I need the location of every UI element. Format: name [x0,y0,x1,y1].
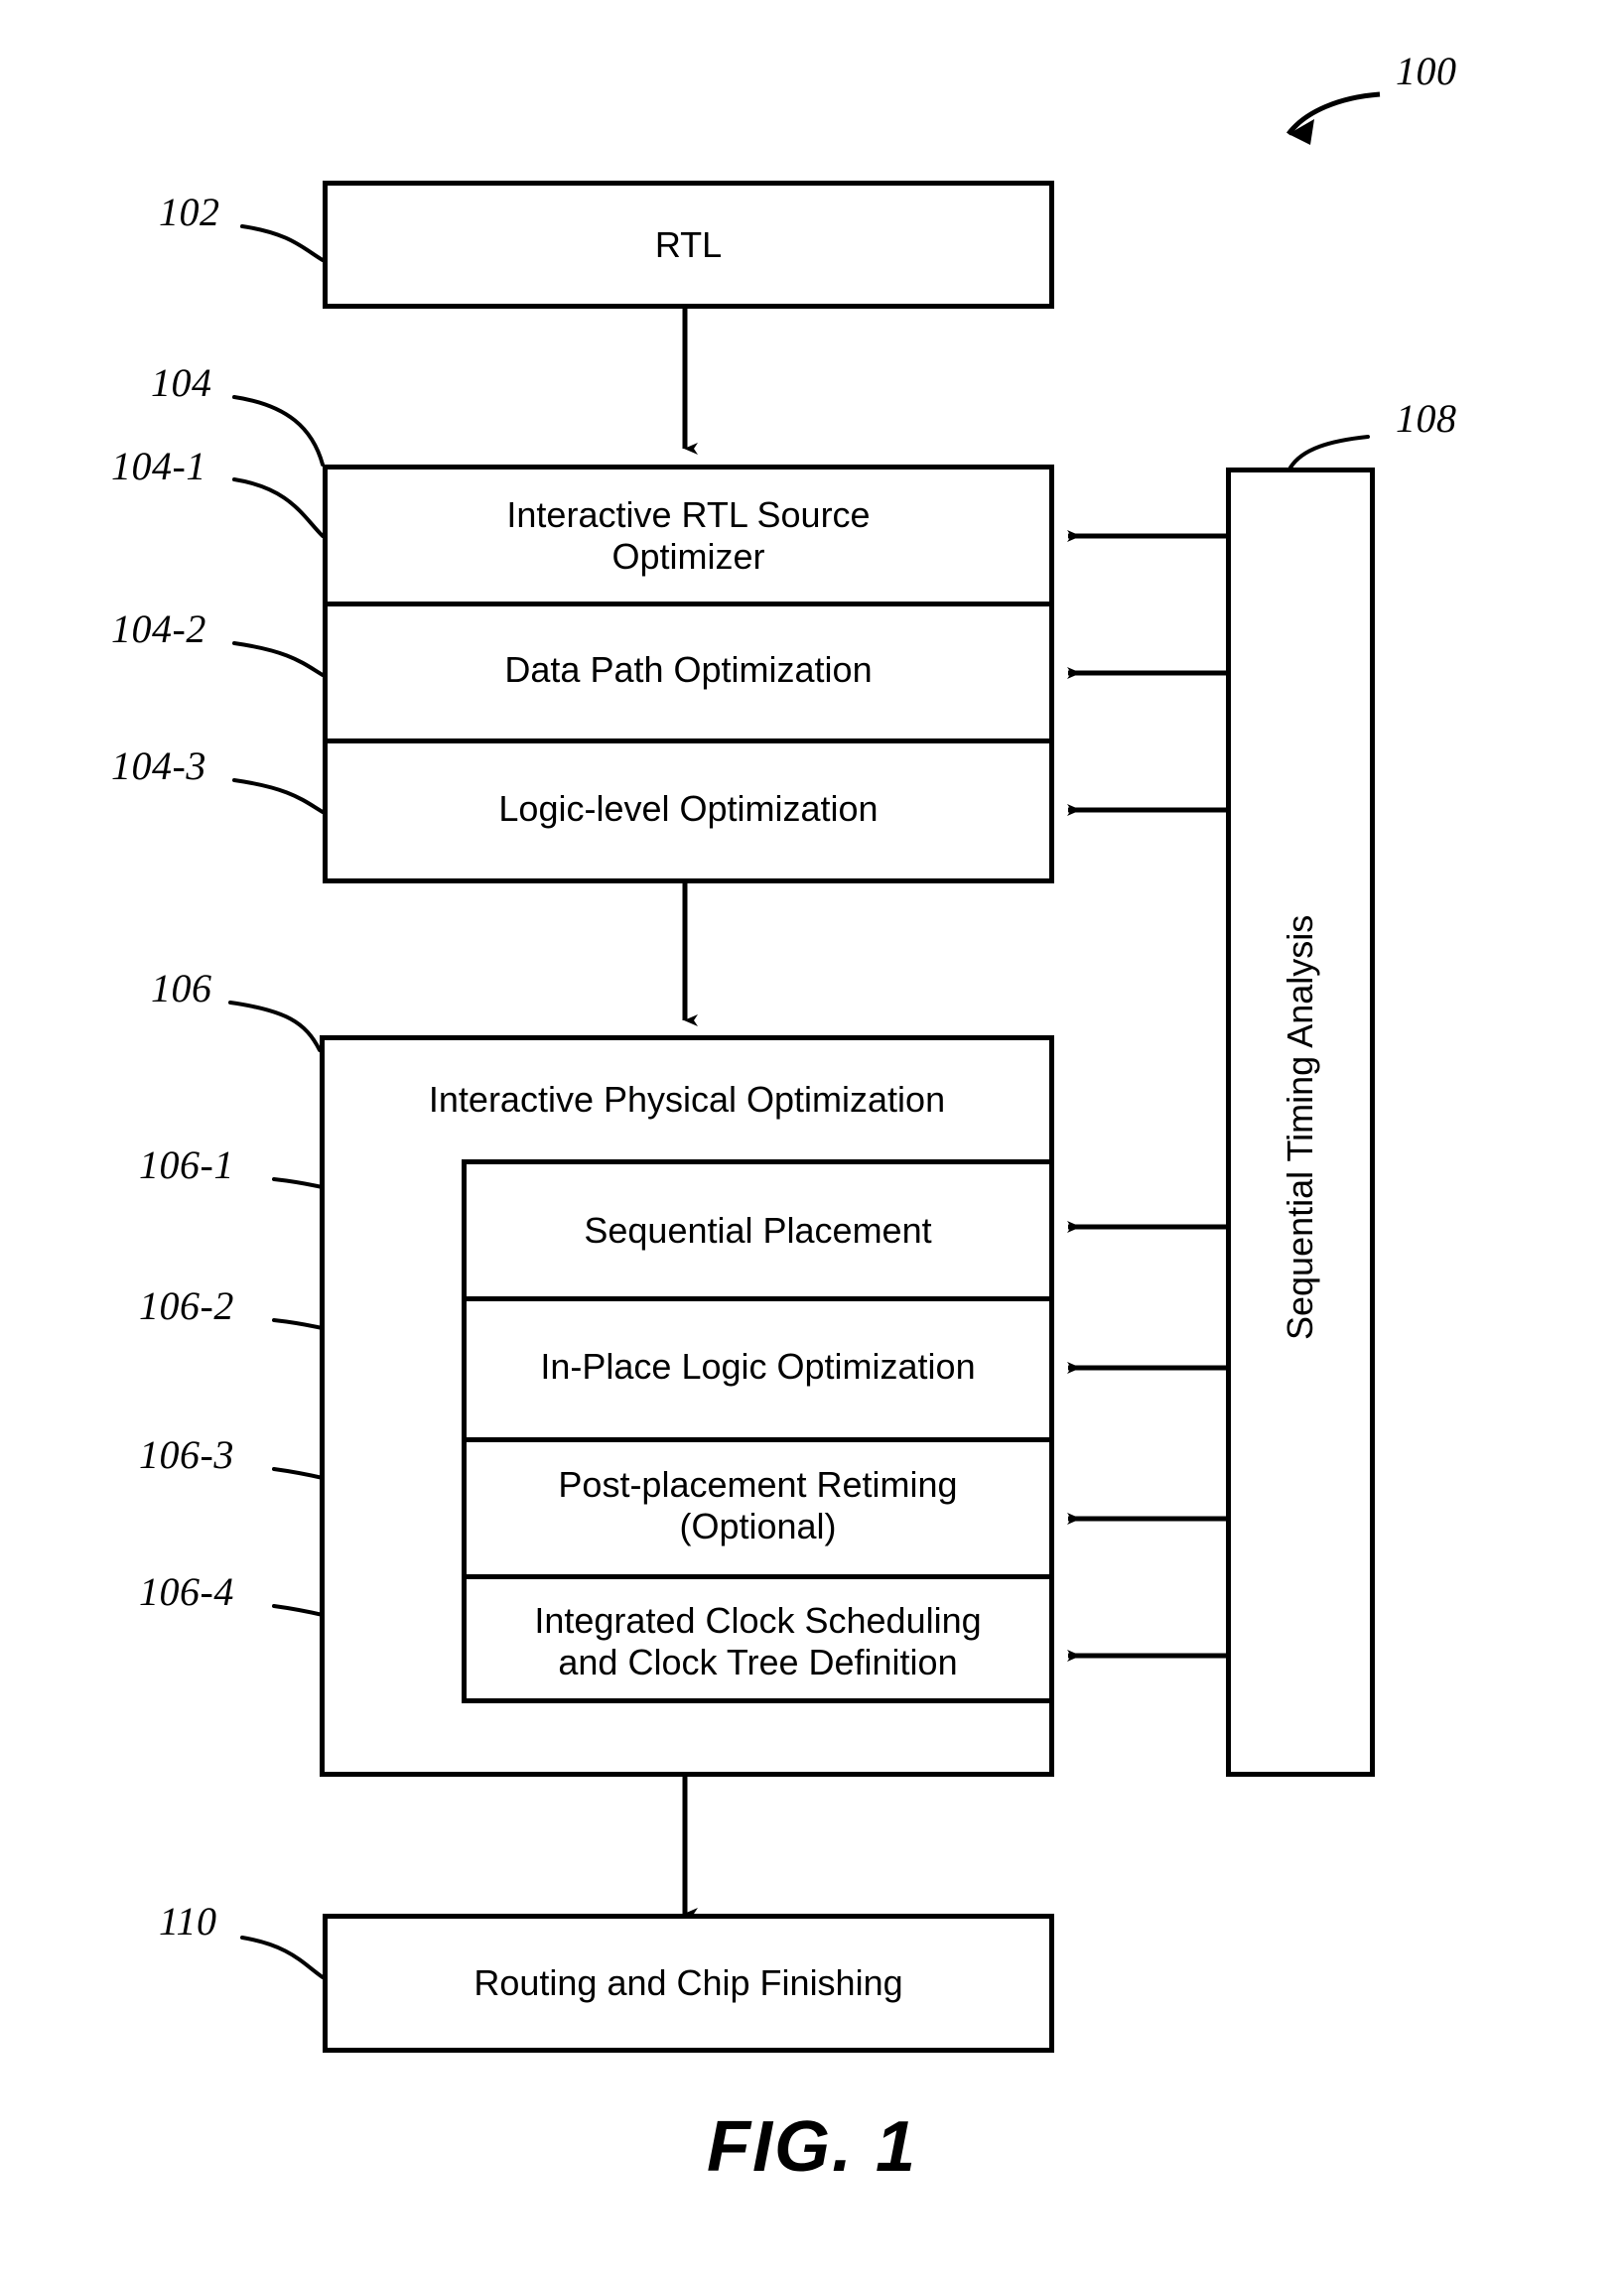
sequential-timing-analysis-block[interactable]: Sequential Timing Analysis [1226,468,1375,1777]
post-placement-retiming-block[interactable]: Post-placement Retiming (Optional) [467,1437,1049,1574]
post-placement-retiming-label: Post-placement Retiming (Optional) [558,1464,958,1546]
integrated-clock-scheduling-label: Integrated Clock Scheduling and Clock Tr… [534,1599,982,1682]
routing-and-chip-finishing-label: Routing and Chip Finishing [474,1962,903,2004]
logic-level-optimization-label: Logic-level Optimization [498,787,879,829]
interactive-physical-optimization-header: Interactive Physical Optimization [325,1040,1049,1159]
interactive-physical-optimization-block[interactable]: Interactive Physical Optimization Sequen… [320,1035,1054,1777]
sequential-placement-label: Sequential Placement [584,1209,932,1251]
leader-100-arrow [1286,91,1381,145]
leader-104 [232,395,325,467]
leader-102 [240,224,325,262]
in-place-logic-optimization-label: In-Place Logic Optimization [540,1346,976,1388]
physical-optimization-substeps-group: Sequential Placement In-Place Logic Opti… [462,1159,1054,1703]
logic-level-optimization-block[interactable]: Logic-level Optimization [328,738,1049,878]
leader-106 [228,1001,322,1052]
ref-numeral-106-3: 106-3 [139,1432,234,1477]
optimization-group-block[interactable]: Interactive RTL Source Optimizer Data Pa… [323,465,1054,883]
leader-110 [240,1936,325,1979]
patent-figure: 100 102 RTL 104 104-1 104-2 104-3 Intera… [0,0,1624,2280]
routing-and-chip-finishing-block[interactable]: Routing and Chip Finishing [323,1914,1054,2053]
rtl-block[interactable]: RTL [323,181,1054,309]
ref-numeral-102: 102 [159,190,220,234]
interactive-physical-optimization-label: Interactive Physical Optimization [428,1079,946,1121]
integrated-clock-scheduling-block[interactable]: Integrated Clock Scheduling and Clock Tr… [467,1574,1049,1708]
in-place-logic-optimization-block[interactable]: In-Place Logic Optimization [467,1296,1049,1437]
data-path-optimization-block[interactable]: Data Path Optimization [328,602,1049,738]
interactive-rtl-source-optimizer-block[interactable]: Interactive RTL Source Optimizer [328,469,1049,602]
ref-numeral-106-2: 106-2 [139,1283,234,1328]
rtl-label: RTL [654,223,723,265]
ref-numeral-108: 108 [1396,396,1457,441]
ref-numeral-104-3: 104-3 [111,743,206,788]
ref-numeral-110: 110 [159,1899,217,1944]
interactive-rtl-source-optimizer-label: Interactive RTL Source Optimizer [506,493,871,577]
ref-numeral-106-1: 106-1 [139,1142,234,1187]
sequential-placement-block[interactable]: Sequential Placement [467,1164,1049,1296]
leader-108 [1288,435,1370,469]
sequential-timing-analysis-label: Sequential Timing Analysis [1280,914,1321,1340]
data-path-optimization-label: Data Path Optimization [504,649,873,691]
ref-numeral-106: 106 [151,966,212,1010]
leader-104-2 [232,641,325,677]
leader-104-1 [232,477,325,538]
ref-numeral-106-4: 106-4 [139,1569,234,1614]
ref-numeral-104-1: 104-1 [111,444,206,488]
figure-caption: FIG. 1 [706,2107,918,2187]
ref-numeral-100: 100 [1396,49,1457,93]
ref-numeral-104-2: 104-2 [111,606,206,651]
ref-numeral-104: 104 [151,360,212,405]
leader-104-3 [232,778,325,814]
